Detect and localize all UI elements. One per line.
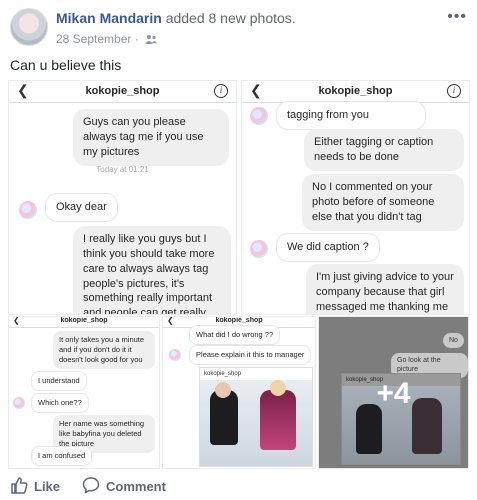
comment-button[interactable]: Comment (82, 476, 166, 497)
like-button[interactable]: Like (10, 476, 60, 497)
shared-post-photo (200, 380, 312, 466)
dm-header: ❮ kokopie_shop i (9, 81, 236, 103)
like-label: Like (34, 479, 61, 494)
dm-username: kokopie_shop (318, 85, 393, 97)
comment-label: Comment (106, 479, 166, 494)
message-bubble: Guys can you please always tag me if you… (73, 109, 229, 166)
dm-username: kokopie_shop (60, 317, 108, 324)
post-action-bar: Like Comment (10, 476, 467, 498)
photo-2[interactable]: ❮ kokopie_shop i tagging from you Either… (241, 80, 470, 315)
dm-username: kokopie_shop (85, 85, 160, 97)
post-meta: 28 September · (56, 32, 158, 46)
thumbs-up-icon (10, 476, 28, 497)
message-bubble: I am confused (31, 446, 93, 467)
post-header: Mikan Mandarin added 8 new photos. 28 Se… (10, 8, 467, 48)
message-bubble: I really like you guys but I think you s… (73, 226, 231, 314)
dm-username: kokopie_shop (215, 317, 263, 324)
message-bubble: Please explain it this to manager (189, 345, 312, 366)
message-bubble: Okay dear (45, 193, 118, 222)
message-bubble: No (443, 333, 464, 349)
message-bubble: Which one?? (31, 393, 89, 414)
message-bubble: tagging from you (276, 101, 426, 130)
more-options-button[interactable]: ••• (447, 8, 467, 26)
author-name-link[interactable]: Mikan Mandarin (56, 10, 162, 26)
sender-avatar (250, 240, 268, 258)
message-bubble: No I commented on your photo before of s… (302, 174, 464, 231)
more-photos-count: +4 (376, 377, 411, 410)
message-bubble: I'm just giving advice to your company b… (306, 264, 464, 314)
message-bubble: Either tagging or caption needs to be do… (304, 129, 464, 171)
post-caption: Can u believe this (10, 57, 122, 73)
post-author-line: Mikan Mandarin added 8 new photos. (56, 10, 296, 26)
shared-post-user: kokopie_shop (204, 371, 242, 377)
message-bubble: It only takes you a minute and if you do… (53, 331, 155, 370)
meta-separator: · (134, 32, 139, 46)
comment-bubble-icon (82, 476, 100, 497)
message-bubble: What did I do wrong ?? (189, 325, 281, 346)
sender-avatar (169, 349, 181, 361)
message-bubble: We did caption ? (276, 233, 380, 262)
message-bubble: I understand (31, 371, 87, 392)
photo-1[interactable]: ❮ kokopie_shop i Guys can you please alw… (8, 80, 237, 315)
sender-avatar (19, 201, 37, 219)
sender-avatar (13, 397, 25, 409)
info-icon: i (214, 84, 228, 98)
post-date-link[interactable]: 28 September (56, 32, 131, 46)
sender-avatar (250, 107, 268, 125)
dm-header: ❮ kokopie_shop (9, 317, 159, 328)
author-avatar[interactable] (10, 8, 48, 46)
post-action-text: added 8 new photos. (165, 10, 296, 26)
photo-5-more[interactable]: No Go look at the picture kokopie_shop +… (318, 316, 469, 469)
message-timestamp: Today at 01:21 (96, 165, 149, 174)
shared-post: kokopie_shop (199, 367, 313, 467)
info-icon: i (447, 84, 461, 98)
photo-4[interactable]: ❮ kokopie_shop What did I do wrong ?? Pl… (162, 316, 316, 469)
photo-3[interactable]: ❮ kokopie_shop It only takes you a minut… (8, 316, 160, 469)
dm-header: ❮ kokopie_shop i (242, 81, 469, 103)
friends-audience-icon[interactable] (145, 33, 158, 44)
